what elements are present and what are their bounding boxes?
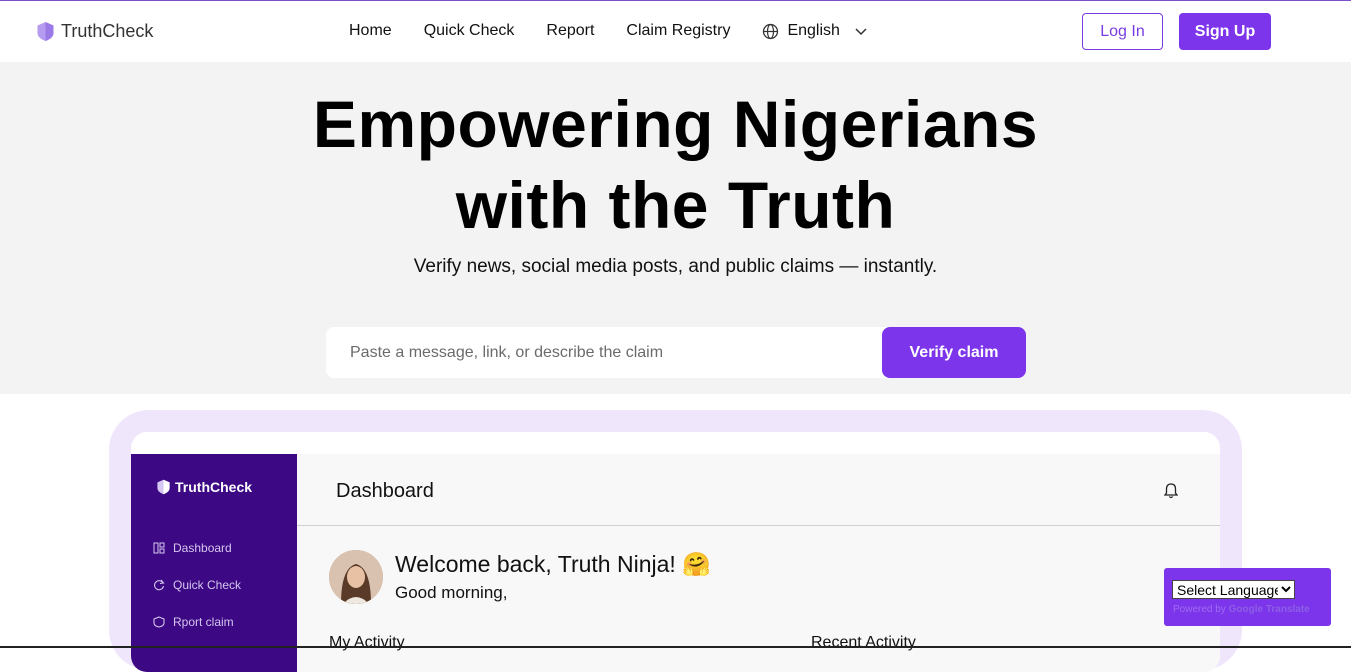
recent-activity-heading: Recent Activity bbox=[811, 634, 916, 651]
refresh-check-icon bbox=[154, 579, 165, 591]
nav-link-quick-check[interactable]: Quick Check bbox=[424, 22, 515, 40]
claim-input[interactable] bbox=[326, 327, 882, 378]
powered-by-label: Powered by bbox=[1173, 604, 1226, 615]
google-label[interactable]: Google bbox=[1229, 604, 1263, 615]
bell-icon[interactable] bbox=[1164, 482, 1178, 499]
avatar bbox=[329, 550, 383, 604]
chevron-down-icon bbox=[855, 28, 867, 36]
brand-name: TruthCheck bbox=[61, 21, 154, 41]
language-select[interactable]: Select Language bbox=[1172, 580, 1295, 599]
preview-sidebar: TruthCheck Dashboard Quick Check Rport c… bbox=[131, 454, 297, 672]
claim-search-bar: Verify claim bbox=[326, 327, 1026, 378]
translate-label: Translate bbox=[1265, 604, 1310, 615]
hero-title-line-1: Empowering Nigerians bbox=[312, 87, 1039, 161]
nav-link-home[interactable]: Home bbox=[349, 22, 392, 40]
shield-logo-icon bbox=[157, 479, 170, 495]
report-icon bbox=[153, 616, 165, 628]
language-label: English bbox=[787, 22, 840, 39]
preview-sidebar-item-report[interactable]: Rport claim bbox=[153, 615, 234, 629]
preview-header: Dashboard bbox=[297, 454, 1220, 526]
translate-widget: Select Language Powered by Google Transl… bbox=[1164, 568, 1331, 626]
my-activity-heading: My Activity bbox=[329, 634, 405, 651]
language-selector[interactable]: English bbox=[762, 22, 867, 40]
preview-sidebar-label: Quick Check bbox=[173, 578, 242, 592]
preview-sidebar-label: Rport claim bbox=[173, 615, 234, 629]
preview-sidebar-item-quick-check[interactable]: Quick Check bbox=[153, 578, 241, 592]
main-menu: Home Quick Check Report Claim Registry E… bbox=[349, 22, 868, 40]
top-navbar: TruthCheck Home Quick Check Report Claim… bbox=[0, 1, 1351, 62]
preview-sidebar-label: Dashboard bbox=[173, 541, 232, 555]
nav-link-report[interactable]: Report bbox=[546, 22, 594, 40]
dashboard-preview: TruthCheck Dashboard Quick Check Rport c… bbox=[131, 432, 1220, 672]
preview-page-title: Dashboard bbox=[336, 480, 434, 502]
welcome-heading: Welcome back, Truth Ninja! 🤗 bbox=[395, 551, 711, 577]
hero-subtitle: Verify news, social media posts, and pub… bbox=[413, 256, 938, 277]
brand[interactable]: TruthCheck bbox=[36, 21, 153, 42]
shield-logo-icon bbox=[37, 22, 54, 41]
nav-link-claim-registry[interactable]: Claim Registry bbox=[626, 22, 730, 40]
hero-title-line-2: with the Truth bbox=[455, 168, 896, 242]
verify-claim-button[interactable]: Verify claim bbox=[882, 327, 1026, 378]
powered-by-text: Powered by Google Translate bbox=[1173, 604, 1310, 615]
signup-button[interactable]: Sign Up bbox=[1179, 13, 1271, 50]
login-button[interactable]: Log In bbox=[1082, 13, 1163, 50]
hero-title: Empowering Nigerians with the Truth bbox=[0, 84, 1351, 246]
grid-icon bbox=[153, 542, 165, 554]
avatar-photo bbox=[329, 550, 383, 604]
globe-icon bbox=[763, 23, 779, 39]
greeting-text: Good morning, bbox=[395, 583, 508, 602]
hero-section: Empowering Nigerians with the Truth Veri… bbox=[0, 62, 1351, 394]
preview-sidebar-item-dashboard[interactable]: Dashboard bbox=[153, 541, 232, 555]
preview-brand: TruthCheck bbox=[156, 479, 252, 495]
preview-main: Dashboard Welcome back, Truth Ninja! 🤗 G… bbox=[297, 454, 1220, 672]
preview-brand-name: TruthCheck bbox=[175, 479, 253, 495]
